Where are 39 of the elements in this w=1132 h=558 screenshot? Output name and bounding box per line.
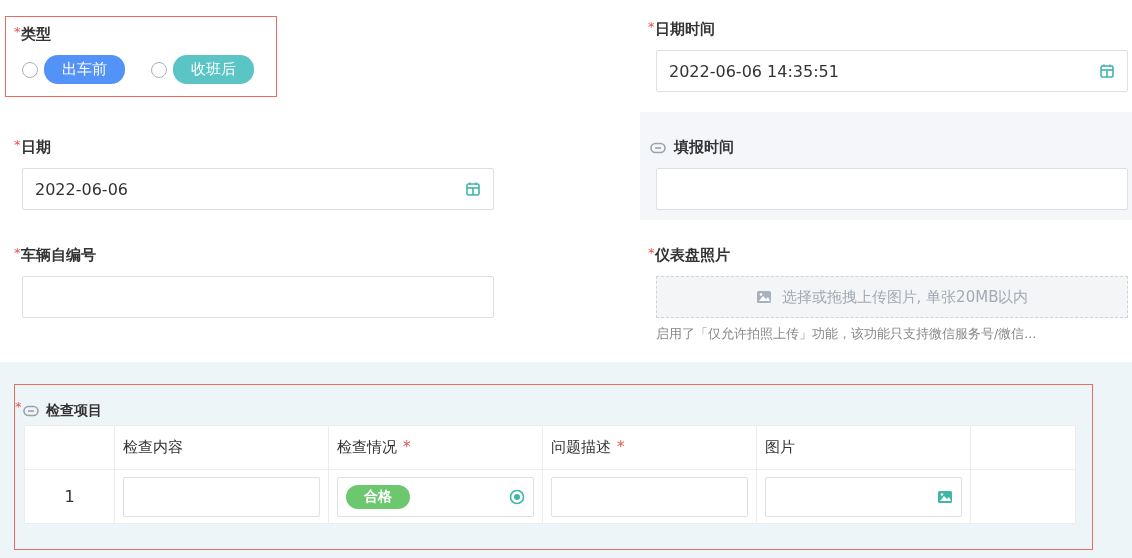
required-mark: * [14, 246, 21, 260]
select-field[interactable]: 合格 [337, 476, 534, 517]
required-mark: * [403, 438, 411, 456]
radio-selected-icon [509, 488, 525, 505]
field-label: 车辆自编号 [20, 246, 96, 265]
hint-text: 启用了「仅允许拍照上传」功能，该功能只支持微信服务号/微信... [656, 326, 1038, 343]
required-mark: * [14, 25, 21, 39]
required-mark: * [15, 399, 22, 414]
calendar-icon[interactable] [465, 181, 481, 197]
column-header: 检查情况 [337, 438, 397, 456]
field-label: 填报时间 [674, 138, 734, 157]
column-header: 问题描述 [551, 438, 611, 456]
upload-placeholder: 选择或拖拽上传图片, 单张20MB以内 [781, 287, 1029, 307]
option-tag[interactable]: 收班后 [173, 55, 254, 84]
date-field[interactable]: 2022-06-06 [22, 168, 494, 210]
text-field[interactable] [123, 476, 320, 517]
field-label: 类型 [20, 25, 51, 44]
column-header: 检查内容 [123, 438, 183, 456]
image-icon [755, 290, 772, 304]
date-field[interactable]: 2022-06-06 14:35:51 [656, 50, 1128, 92]
upload-area[interactable]: 选择或拖拽上传图片, 单张20MB以内 [656, 276, 1128, 318]
image-field[interactable] [765, 476, 962, 517]
field-label: 日期时间 [654, 20, 715, 39]
required-mark: * [617, 438, 625, 456]
text-field[interactable] [656, 168, 1128, 210]
image-icon [937, 489, 953, 504]
required-mark: * [648, 246, 655, 260]
field-label: 仪表盘照片 [654, 246, 730, 265]
option-tag[interactable]: 出车前 [44, 55, 125, 84]
required-mark: * [648, 20, 655, 34]
column-header: 图片 [765, 438, 795, 456]
field-label: 日期 [20, 138, 51, 157]
text-field[interactable] [22, 276, 494, 318]
section-title: 检查项目 [45, 402, 102, 420]
required-mark: * [14, 138, 21, 152]
row-number: 1 [64, 487, 75, 506]
text-field[interactable] [551, 476, 748, 517]
status-tag: 合格 [346, 484, 410, 509]
calendar-icon[interactable] [1099, 63, 1115, 79]
